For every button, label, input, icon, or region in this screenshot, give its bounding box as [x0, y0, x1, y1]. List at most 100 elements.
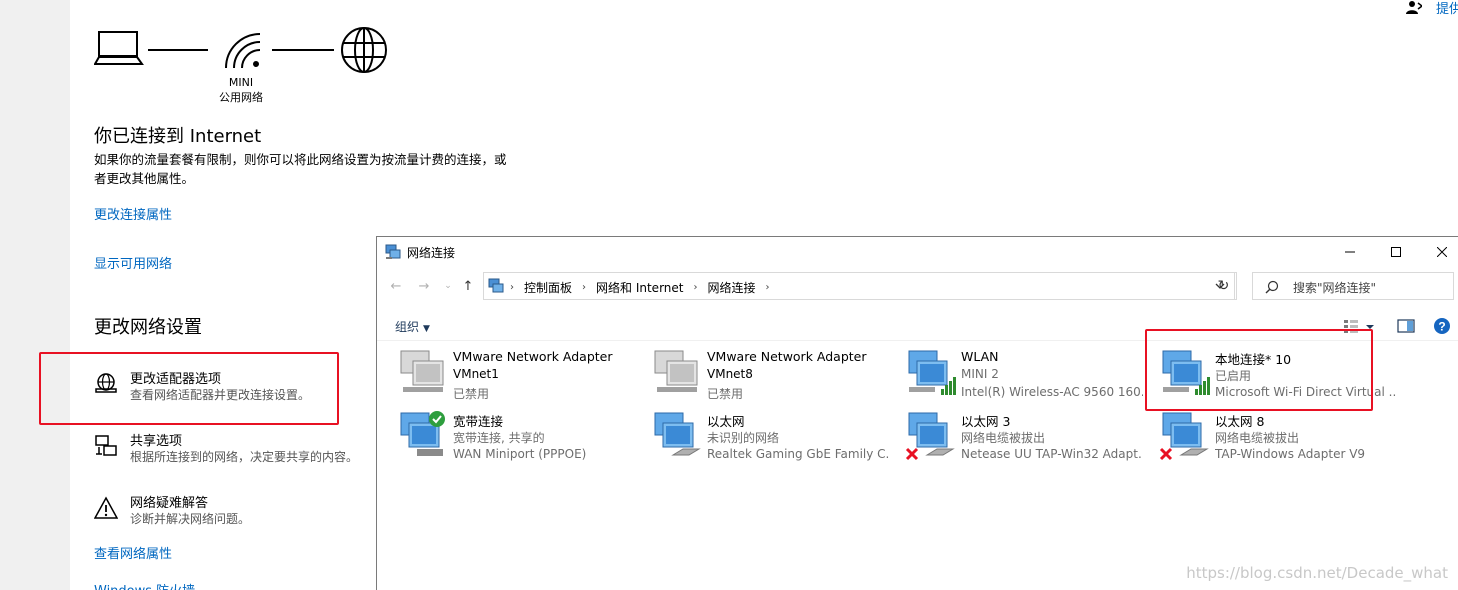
network-name: MINI [228, 76, 254, 89]
connection-status: VMnet1 [453, 367, 499, 381]
back-arrow-icon: ← [390, 278, 402, 294]
option-title: 共享选项 [130, 434, 183, 449]
highlight-box [39, 352, 339, 425]
svg-text:?: ? [1438, 320, 1445, 334]
view-network-properties-link[interactable]: 查看网络属性 [94, 543, 172, 562]
breadcrumb: › 控制面板 › 网络和 Internet › 网络连接 › [508, 279, 780, 296]
chevron-down-icon: ⌄ [444, 281, 452, 291]
connection-status: 网络电缆被拔出 [1215, 431, 1300, 445]
network-troubleshooter[interactable]: 网络疑难解答 诊断并解决网络问题。 [94, 492, 384, 536]
minimize-icon [1345, 251, 1355, 253]
back-button[interactable]: ← [387, 277, 405, 295]
maximize-icon [1391, 247, 1401, 257]
highlight-box [1145, 329, 1373, 411]
window-title: 网络连接 [407, 246, 456, 260]
close-icon [1437, 247, 1447, 257]
change-connection-properties-link[interactable]: 更改连接属性 [94, 204, 172, 223]
connection-device: Realtek Gaming GbE Family C... [707, 447, 889, 461]
breadcrumb-control-panel[interactable]: 控制面板 [524, 279, 572, 296]
connection-device: 已禁用 [453, 387, 490, 401]
connection-status-title: 你已连接到 Internet [94, 126, 262, 147]
wifi-adapter-icon [908, 350, 956, 395]
ethernet-adapter-icon [654, 412, 701, 456]
connection-item[interactable]: 以太网 未识别的网络 Realtek Gaming GbE Family C..… [637, 407, 889, 463]
disabled-adapter-icon [400, 350, 444, 392]
search-box[interactable]: 搜索"网络连接" [1252, 272, 1454, 300]
warning-icon [94, 496, 118, 519]
breadcrumb-chevron-icon[interactable]: › [766, 282, 770, 293]
globe-icon [341, 27, 387, 73]
title-bar[interactable]: 网络连接 [377, 237, 1458, 267]
windows-firewall-link[interactable]: Windows 防火墙 [94, 580, 195, 590]
address-bar[interactable]: › 控制面板 › 网络和 Internet › 网络连接 › [483, 272, 1235, 300]
sharing-icon [95, 435, 117, 456]
connection-name: VMware Network Adapter [453, 349, 613, 364]
topology-link-line [148, 49, 208, 51]
recent-locations-button[interactable]: ⌄ [439, 277, 457, 295]
minimize-button[interactable] [1327, 237, 1373, 267]
connection-device: Intel(R) Wireless-AC 9560 160... [961, 385, 1143, 399]
connection-status: VMnet8 [707, 367, 753, 381]
broadband-adapter-icon [400, 411, 445, 456]
breadcrumb-network-internet[interactable]: 网络和 Internet [596, 279, 683, 296]
connection-item[interactable]: VMware Network Adapter VMnet8 已禁用 [637, 345, 889, 401]
wifi-icon [225, 33, 261, 69]
network-connections-icon [385, 244, 401, 259]
disabled-adapter-icon [654, 350, 698, 392]
option-subtitle: 根据所连接到的网络，决定要共享的内容。 [130, 450, 359, 464]
connection-status: 未识别的网络 [707, 431, 780, 445]
topology-link-line [272, 49, 334, 51]
laptop-icon [94, 31, 144, 65]
left-pane-strip [0, 0, 70, 590]
connection-name: 以太网 3 [961, 414, 1011, 429]
change-network-settings-heading: 更改网络设置 [94, 317, 202, 338]
show-available-networks-link[interactable]: 显示可用网络 [94, 253, 172, 272]
connection-status: 网络电缆被拔出 [961, 431, 1046, 445]
watermark: https://blog.csdn.net/Decade_what [1186, 564, 1448, 582]
breadcrumb-network-connections[interactable]: 网络连接 [707, 279, 755, 296]
connection-item[interactable]: VMware Network Adapter VMnet1 已禁用 [383, 345, 635, 401]
maximize-button[interactable] [1373, 237, 1419, 267]
connection-status: 宽带连接, 共享的 [453, 431, 545, 445]
feedback-link[interactable]: 提供 [1436, 0, 1458, 17]
help-icon[interactable]: ? [1433, 317, 1451, 335]
connection-name: 宽带连接 [453, 414, 504, 429]
connection-name: 以太网 [707, 414, 745, 429]
forward-arrow-icon: → [418, 278, 430, 294]
connection-device: Netease UU TAP-Win32 Adapt... [961, 447, 1143, 461]
network-type: 公用网络 [219, 91, 263, 104]
refresh-icon: ↻ [1217, 278, 1230, 294]
connection-status-description: 如果你的流量套餐有限制，则你可以将此网络设置为按流量计费的连接，或者更改其他属性… [94, 152, 507, 186]
sharing-options[interactable]: 共享选项 根据所连接到的网络，决定要共享的内容。 [94, 430, 384, 474]
unplugged-adapter-icon [1159, 412, 1209, 461]
connection-device: WAN Miniport (PPPOE) [453, 447, 587, 461]
up-arrow-icon: ↑ [462, 278, 474, 294]
organize-menu[interactable]: 组织 ▼ [395, 318, 430, 335]
user-icon[interactable] [1406, 0, 1422, 14]
organize-label: 组织 [395, 320, 420, 334]
caret-down-icon: ▼ [423, 324, 430, 334]
connection-item[interactable]: WLAN MINI 2 Intel(R) Wireless-AC 9560 16… [891, 345, 1143, 401]
option-subtitle: 诊断并解决网络问题。 [130, 512, 251, 526]
connection-device: 已禁用 [707, 387, 744, 401]
connection-item[interactable]: 以太网 8 网络电缆被拔出 TAP-Windows Adapter V9 [1145, 407, 1397, 463]
refresh-button[interactable]: ↻ [1211, 272, 1237, 300]
address-row: ← → ⌄ ↑ › 控制面板 › 网络和 Internet › 网络连接 › ↻ [377, 269, 1458, 303]
up-button[interactable]: ↑ [459, 277, 477, 295]
preview-pane-icon[interactable] [1397, 317, 1415, 335]
connection-item[interactable]: 以太网 3 网络电缆被拔出 Netease UU TAP-Win32 Adapt… [891, 407, 1143, 463]
close-button[interactable] [1419, 237, 1458, 267]
connection-name: WLAN [961, 349, 999, 364]
breadcrumb-chevron-icon[interactable]: › [693, 282, 697, 293]
search-placeholder: 搜索"网络连接" [1293, 281, 1377, 295]
unplugged-adapter-icon [905, 412, 955, 461]
option-title: 网络疑难解答 [130, 496, 209, 511]
search-icon [1265, 280, 1279, 294]
connection-status: MINI 2 [961, 367, 999, 381]
breadcrumb-chevron-icon[interactable]: › [582, 282, 586, 293]
connection-item[interactable]: 宽带连接 宽带连接, 共享的 WAN Miniport (PPPOE) [383, 407, 635, 463]
network-topology: MINI 公用网络 [94, 22, 414, 108]
network-connections-window: 网络连接 ← → ⌄ ↑ › 控制面板 › 网络和 Internet › 网络连… [376, 236, 1458, 590]
forward-button[interactable]: → [415, 277, 433, 295]
breadcrumb-chevron-icon: › [510, 282, 514, 293]
